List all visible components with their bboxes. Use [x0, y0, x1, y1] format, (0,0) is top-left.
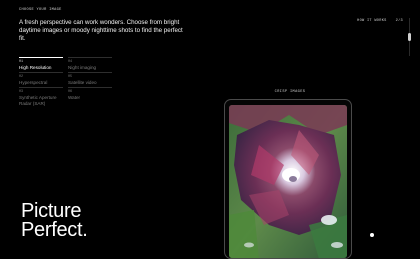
scroll-thumb[interactable]	[408, 33, 411, 41]
section-headline: A fresh perspective can work wonders. Ch…	[19, 19, 183, 42]
option-label: Synthetic Aperture Radar (SAR)	[19, 95, 57, 106]
volcano-satellite-image	[229, 105, 347, 258]
page-title: Picture Perfect.	[21, 201, 88, 241]
option-number: 02	[19, 75, 24, 79]
option-label: High Resolution	[19, 65, 52, 70]
preview-label: CRISP IMAGES	[274, 90, 306, 94]
option-number: 04	[68, 60, 73, 64]
option-label: Night imaging	[68, 65, 97, 70]
option-number: 06	[68, 90, 73, 94]
tablet-device	[224, 99, 352, 259]
satellite-image	[229, 105, 347, 258]
option-water[interactable]: 06 Water	[68, 87, 112, 101]
option-number: 05	[68, 75, 73, 79]
scroll-track[interactable]	[408, 18, 411, 56]
option-hyperspectral[interactable]: 02 Hyperspectral	[19, 72, 63, 86]
option-number: 01	[19, 60, 24, 64]
section-eyebrow: CHOOSE YOUR IMAGE	[19, 8, 62, 12]
option-night-imaging[interactable]: 04 Night imaging	[68, 57, 112, 71]
page-indicator: 2/3	[395, 19, 403, 23]
option-label: Satellite video	[68, 80, 97, 85]
option-label: Water	[68, 95, 81, 100]
title-line-2: Perfect.	[21, 219, 88, 241]
how-it-works-link[interactable]: HOW IT WORKS	[357, 19, 386, 23]
top-nav: HOW IT WORKS 2/3	[357, 19, 403, 23]
option-satellite-video[interactable]: 05 Satellite video	[68, 72, 112, 86]
option-high-resolution[interactable]: 01 High Resolution	[19, 57, 63, 71]
option-label: Hyperspectral	[19, 80, 48, 85]
option-sar[interactable]: 03 Synthetic Aperture Radar (SAR)	[19, 87, 63, 106]
option-number: 03	[19, 90, 24, 94]
carousel-dot[interactable]	[370, 233, 374, 237]
